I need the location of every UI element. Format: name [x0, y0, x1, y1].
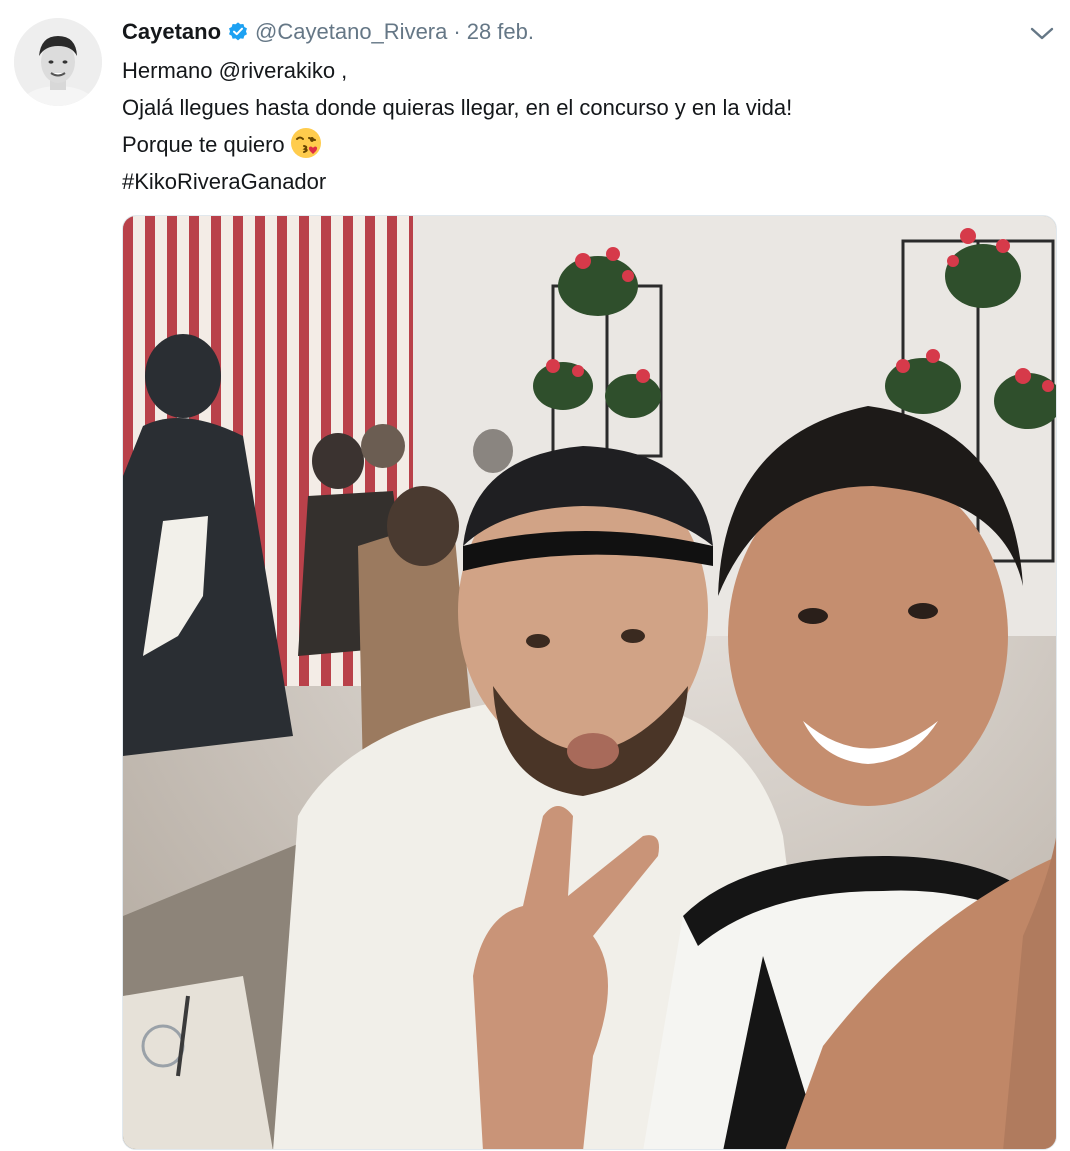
tweet-text-line-2: Ojalá llegues hasta donde quieras llegar…	[122, 95, 793, 120]
tweet-header: Cayetano @Cayetano_Rivera · 28 feb.	[122, 16, 534, 48]
text-segment: Porque te quiero	[122, 132, 285, 157]
tweet-card[interactable]: Cayetano @Cayetano_Rivera · 28 feb. Herm…	[0, 0, 1070, 1151]
text-segment: ,	[335, 58, 348, 83]
display-name[interactable]: Cayetano	[122, 19, 221, 45]
face-blowing-a-kiss-emoji-icon	[289, 126, 323, 160]
tweet-photo[interactable]	[122, 215, 1057, 1150]
tweet-text-line-1: Hermano @riverakiko ,	[122, 52, 1052, 89]
timestamp[interactable]: 28 feb.	[467, 19, 534, 45]
mention-link[interactable]: @riverakiko	[219, 58, 335, 83]
tweet-text: Hermano @riverakiko , Ojalá llegues hast…	[122, 52, 1052, 200]
chevron-down-icon[interactable]	[1028, 22, 1056, 44]
selfie-photo-illustration	[123, 216, 1056, 1149]
avatar[interactable]	[14, 18, 102, 106]
text-segment: Hermano	[122, 58, 219, 83]
header-separator: ·	[453, 19, 461, 44]
verified-badge-icon	[227, 21, 249, 43]
tweet-text-line-4: #KikoRiveraGanador	[122, 163, 1052, 200]
tweet-text-line-3: Porque te quiero	[122, 126, 1052, 163]
handle[interactable]: @Cayetano_Rivera	[255, 19, 447, 45]
profile-photo-icon	[14, 18, 102, 106]
hashtag-link[interactable]: #KikoRiveraGanador	[122, 169, 326, 194]
